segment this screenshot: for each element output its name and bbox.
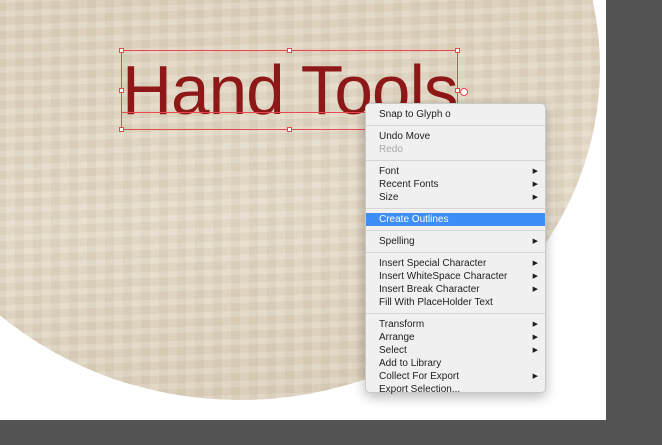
menu-item-suffix: o (445, 109, 451, 120)
triangle-right-icon: ▶ (532, 260, 538, 267)
illustrator-canvas: Hand Tools Snap to Glyph o Undo Move Red… (0, 0, 662, 445)
menu-item-transform[interactable]: Transform ▶ (366, 318, 545, 331)
text-thread-port[interactable] (460, 88, 468, 96)
menu-item-label: Insert Special Character (379, 258, 487, 269)
menu-item-label: Insert Break Character (379, 284, 480, 295)
menu-separator (366, 313, 545, 314)
menu-item-label: Spelling (379, 236, 415, 247)
menu-item-select[interactable]: Select ▶ (366, 344, 545, 357)
menu-item-insert-special-character[interactable]: Insert Special Character ▶ (366, 257, 545, 270)
menu-item-label: Font (379, 166, 400, 177)
menu-separator (366, 252, 545, 253)
triangle-right-icon: ▶ (532, 194, 538, 201)
menu-item-export-selection[interactable]: Export Selection... (366, 383, 545, 396)
menu-item-create-outlines[interactable]: Create Outlines (366, 213, 545, 226)
menu-item-label: Recent Fonts (379, 179, 439, 190)
triangle-right-icon: ▶ (532, 321, 538, 328)
menu-item-insert-break-character[interactable]: Insert Break Character ▶ (366, 283, 545, 296)
menu-item-insert-whitespace-character[interactable]: Insert WhiteSpace Character ▶ (366, 270, 545, 283)
triangle-right-icon: ▶ (532, 181, 538, 188)
menu-item-label: Size (379, 192, 399, 203)
menu-item-label: Arrange (379, 332, 415, 343)
triangle-right-icon: ▶ (532, 238, 538, 245)
menu-separator (366, 208, 545, 209)
pasteboard-right (606, 0, 662, 445)
triangle-right-icon: ▶ (532, 347, 538, 354)
menu-item-size[interactable]: Size ▶ (366, 191, 545, 204)
menu-item-spelling[interactable]: Spelling ▶ (366, 235, 545, 248)
handle-bottom-center[interactable] (287, 127, 292, 132)
menu-item-undo-move[interactable]: Undo Move (366, 130, 545, 143)
menu-separator (366, 230, 545, 231)
context-menu: Snap to Glyph o Undo Move Redo Font ▶ Rec… (365, 103, 546, 396)
menu-item-redo: Redo (379, 144, 403, 155)
menu-item-arrange[interactable]: Arrange ▶ (366, 331, 545, 344)
menu-item-recent-fonts[interactable]: Recent Fonts ▶ (366, 178, 545, 191)
menu-item-collect-for-export[interactable]: Collect For Export ▶ (366, 370, 545, 383)
menu-item-label: Transform (379, 319, 425, 330)
handle-top-right[interactable] (455, 48, 460, 53)
menu-item-add-to-library[interactable]: Add to Library (366, 357, 545, 370)
menu-item-snap-to-glyph[interactable]: Snap to Glyph o (366, 108, 545, 121)
handle-bottom-left[interactable] (119, 127, 124, 132)
handle-top-center[interactable] (287, 48, 292, 53)
menu-separator (366, 160, 545, 161)
triangle-right-icon: ▶ (532, 286, 538, 293)
menu-item-fill-with-placeholder-text[interactable]: Fill With PlaceHolder Text (366, 296, 545, 309)
triangle-right-icon: ▶ (532, 168, 538, 175)
triangle-right-icon: ▶ (532, 334, 538, 341)
pasteboard-bottom (0, 420, 662, 445)
handle-middle-left[interactable] (119, 88, 124, 93)
triangle-right-icon: ▶ (532, 273, 538, 280)
menu-item-label: Snap to Glyph (379, 109, 446, 120)
menu-item-font[interactable]: Font ▶ (366, 165, 545, 178)
triangle-right-icon: ▶ (532, 373, 538, 380)
menu-item-label: Insert WhiteSpace Character (379, 271, 508, 282)
menu-item-label: Collect For Export (379, 371, 460, 382)
handle-top-left[interactable] (119, 48, 124, 53)
menu-separator (366, 125, 545, 126)
menu-item-label: Select (379, 345, 407, 356)
